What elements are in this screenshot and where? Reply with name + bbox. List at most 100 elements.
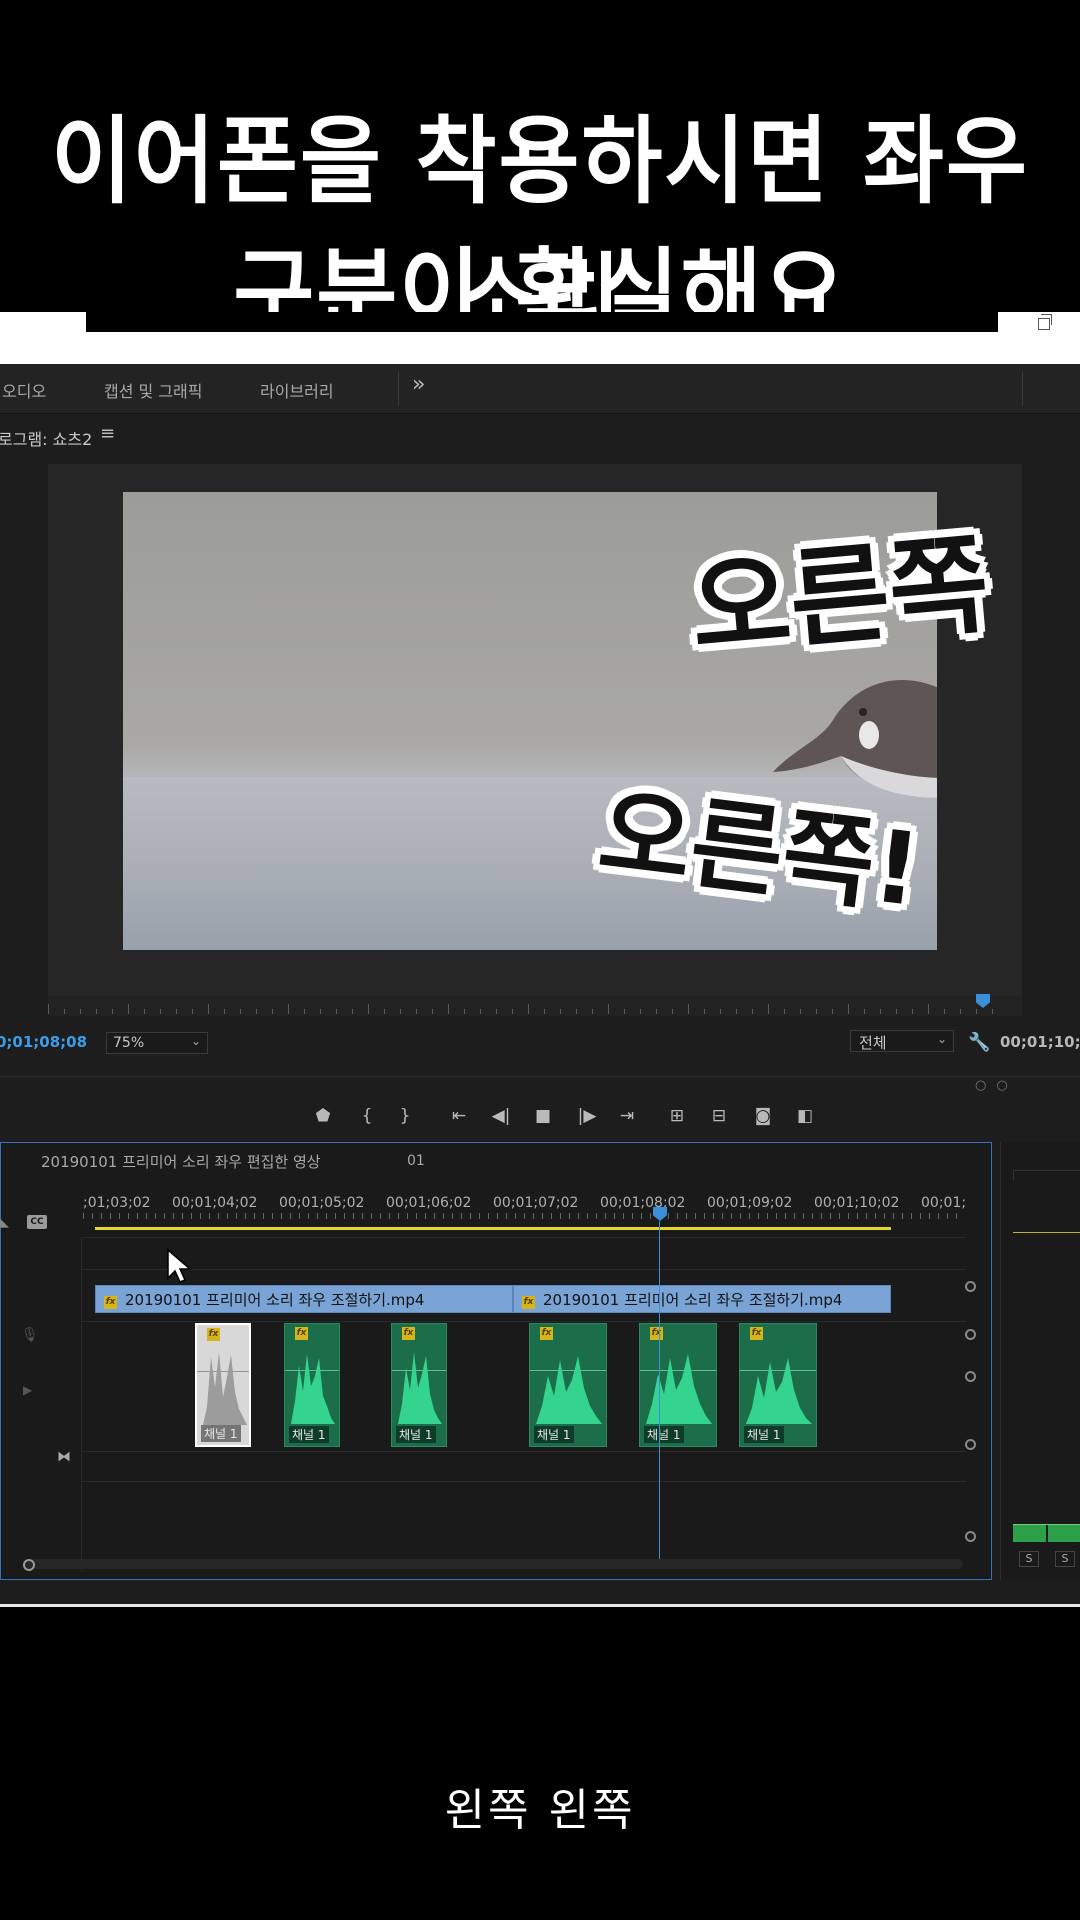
lift-icon[interactable]: ⊞ [664, 1106, 690, 1126]
ruler-tick [704, 1009, 705, 1014]
ruler-tick [224, 1009, 225, 1014]
audio-clip[interactable]: fx 채널 1 [391, 1323, 447, 1447]
export-frame-camera-icon[interactable]: ◙ [750, 1106, 776, 1126]
track-separator [82, 1237, 966, 1238]
vertical-scroll-handle[interactable] [965, 1329, 976, 1340]
audio-channel-label: 채널 1 [396, 1426, 436, 1443]
video-clip[interactable]: fx 20190101 프리미어 소리 좌우 조절하기.mp4 [95, 1285, 513, 1313]
panel-menu-icon[interactable]: ≡ [100, 423, 115, 444]
video-clip[interactable]: fx 20190101 프리미어 소리 좌우 조절하기.mp4 [513, 1285, 891, 1313]
workspace-tab-captions-graphics[interactable]: 캡션 및 그래픽 [104, 378, 203, 402]
fx-badge-icon: fx [540, 1327, 553, 1340]
resolution-value: 전체 [859, 1034, 887, 1052]
voiceover-mic-icon[interactable]: 🎙 [21, 1327, 39, 1343]
ruler-label: 00;01;06;02 [386, 1195, 472, 1211]
monitor-scroll-handles[interactable]: ○○ [975, 1078, 1018, 1093]
audio-clip-selected[interactable]: fx 채널 1 [195, 1323, 251, 1447]
ruler-tick [496, 1009, 497, 1014]
add-marker-icon[interactable]: ⬟ [310, 1106, 336, 1126]
program-monitor-title[interactable]: 로그램: 쇼츠2 [0, 426, 92, 450]
monitor-time-ruler[interactable] [48, 996, 1022, 1016]
comparison-view-icon[interactable]: ◧ [792, 1106, 818, 1126]
ruler-tick [592, 1009, 593, 1014]
track-expand-icon[interactable]: ▶ [23, 1383, 32, 1397]
ruler-tick [784, 1009, 785, 1014]
audio-clip[interactable]: fx 채널 1 [529, 1323, 607, 1447]
ruler-tick [480, 1009, 481, 1014]
zoom-level-value: 75% [113, 1035, 145, 1051]
ruler-tick [272, 1009, 273, 1014]
ruler-tick [688, 1004, 689, 1014]
horizontal-scrollbar[interactable] [23, 1559, 963, 1569]
extract-icon[interactable]: ⊟ [706, 1106, 732, 1126]
ruler-tick [240, 1009, 241, 1014]
timeline-time-ruler[interactable]: ;01;03;02 00;01;04;02 00;01;05;02 00;01;… [83, 1183, 966, 1219]
track-separator [82, 1451, 966, 1452]
audio-channel-label: 채널 1 [201, 1425, 241, 1442]
mark-in-icon[interactable]: { [354, 1106, 380, 1126]
step-back-icon[interactable]: ◀| [488, 1106, 514, 1126]
master-track-icon: ⧓ [57, 1449, 71, 1465]
timeline-panel: 20190101 프리미어 소리 좌우 편집한 영상 01 ◣ CC ;01;0… [0, 1142, 992, 1580]
go-to-in-icon[interactable]: ⇤ [446, 1106, 472, 1126]
workspace-tab-audio[interactable]: 오디오 [2, 378, 46, 402]
ruler-tick [64, 1009, 65, 1014]
workspace-tab-libraries[interactable]: 라이브러리 [260, 378, 334, 402]
ruler-tick [208, 1004, 209, 1014]
mark-out-icon[interactable]: } [392, 1106, 418, 1126]
ruler-tick [608, 1004, 609, 1014]
ruler-tick [192, 1009, 193, 1014]
vertical-scroll-handle[interactable] [965, 1281, 976, 1292]
sequence-tab[interactable]: 20190101 프리미어 소리 좌우 편집한 영상 [41, 1151, 321, 1172]
monitor-controls: 0;01;08;08 75% ⌄ 전체 ⌄ 🔧 00;01;10;1 [0, 1024, 1080, 1058]
vertical-scroll-handle[interactable] [965, 1531, 976, 1542]
audio-clip[interactable]: fx 채널 1 [739, 1323, 817, 1447]
ruler-tick [976, 1009, 977, 1014]
audio-channel-label: 채널 1 [744, 1426, 784, 1443]
ruler-tick [80, 1009, 81, 1014]
timeline-settings-icon[interactable]: ◣ [0, 1215, 9, 1230]
vertical-scroll-handle[interactable] [965, 1371, 976, 1382]
restore-window-icon[interactable] [1038, 314, 1052, 330]
zoom-level-select[interactable]: 75% ⌄ [106, 1032, 208, 1054]
fx-badge-icon: fx [295, 1327, 308, 1340]
solo-left-button[interactable]: S [1019, 1551, 1039, 1567]
audio-clip[interactable]: fx 채널 1 [639, 1323, 717, 1447]
ruler-tick [816, 1009, 817, 1014]
vertical-scroll-handle[interactable] [965, 1439, 976, 1450]
chevron-down-icon: ⌄ [936, 1032, 947, 1046]
ruler-tick [912, 1009, 913, 1014]
ruler-tick [832, 1009, 833, 1014]
playhead-timecode[interactable]: 0;01;08;08 [0, 1033, 87, 1051]
ruler-ticks [83, 1213, 963, 1219]
ruler-label: 00;01;05;02 [279, 1195, 365, 1211]
captions-cc-icon[interactable]: CC [27, 1215, 47, 1229]
ruler-tick [352, 1009, 353, 1014]
workspace-divider-right [1022, 372, 1023, 406]
fx-badge-icon: fx [650, 1327, 663, 1340]
solo-right-button[interactable]: S [1055, 1551, 1075, 1567]
work-area-bar[interactable] [95, 1227, 891, 1230]
monitor-divider [0, 1076, 1080, 1077]
ruler-tick [256, 1009, 257, 1014]
audio-channel-label: 채널 1 [534, 1426, 574, 1443]
ruler-label: 00;01;09;02 [707, 1195, 793, 1211]
horizontal-scroll-handle[interactable] [23, 1559, 35, 1571]
ruler-label: 00;01;10;02 [814, 1195, 900, 1211]
meter-frame [1013, 1170, 1080, 1180]
video-overlay-text-top: 오른쪽 [685, 522, 994, 673]
ruler-tick [304, 1009, 305, 1014]
caption-banner: 이어폰을 착용하시면 좌우 소리 구분이 확실해요 [0, 0, 1080, 354]
settings-wrench-icon[interactable]: 🔧 [968, 1032, 990, 1053]
stop-icon[interactable]: ■ [530, 1106, 556, 1126]
workspace-more-button[interactable]: » [412, 372, 425, 397]
audio-waveform [536, 1356, 602, 1424]
fx-badge-icon: fx [402, 1327, 415, 1340]
step-forward-icon[interactable]: |▶ [574, 1106, 600, 1126]
go-to-out-icon[interactable]: ⇥ [614, 1106, 640, 1126]
resolution-select[interactable]: 전체 ⌄ [850, 1030, 954, 1052]
audio-clip[interactable]: fx 채널 1 [284, 1323, 340, 1447]
sequence-tab-2[interactable]: 01 [407, 1153, 425, 1169]
ruler-tick [48, 1004, 49, 1014]
meter-level-bar [1013, 1524, 1080, 1543]
